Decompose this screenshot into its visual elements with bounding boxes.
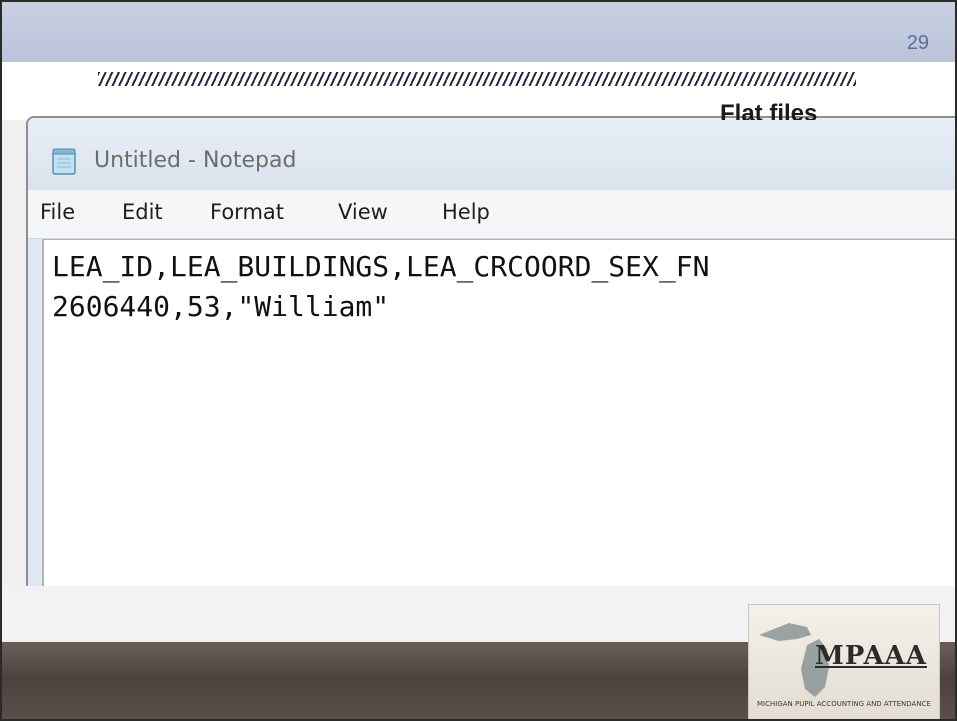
logo-name: MPAAA: [815, 641, 927, 671]
notepad-window: Untitled - Notepad File Edit Format View…: [26, 116, 955, 588]
top-band: [2, 2, 955, 62]
logo-tagline: MICHIGAN PUPIL ACCOUNTING AND ATTENDANCE…: [757, 700, 933, 708]
menu-bar: File Edit Format View Help: [28, 190, 955, 239]
menu-format[interactable]: Format: [210, 200, 284, 224]
titlebar[interactable]: Untitled - Notepad: [28, 118, 955, 190]
menu-view[interactable]: View: [338, 200, 388, 224]
slide: 29 Untitled - Notepad File Edit Format V…: [0, 0, 957, 721]
mpaaa-logo: MPAAA MICHIGAN PUPIL ACCOUNTING AND ATTE…: [748, 604, 940, 719]
text-editor[interactable]: LEA_ID,LEA_BUILDINGS,LEA_CRCOORD_SEX_FN …: [42, 239, 955, 588]
decorative-dash-strip: [98, 72, 856, 86]
slide-title: Flat files: [720, 100, 818, 120]
editor-line-2: 2606440,53,"William": [52, 290, 390, 323]
menu-edit[interactable]: Edit: [122, 200, 163, 224]
menu-file[interactable]: File: [40, 200, 75, 224]
notepad-icon: [50, 146, 80, 176]
menu-help[interactable]: Help: [442, 200, 490, 224]
slide-number: 29: [906, 32, 929, 54]
window-title: Untitled - Notepad: [94, 148, 297, 173]
editor-line-1: LEA_ID,LEA_BUILDINGS,LEA_CRCOORD_SEX_FN: [52, 250, 710, 283]
